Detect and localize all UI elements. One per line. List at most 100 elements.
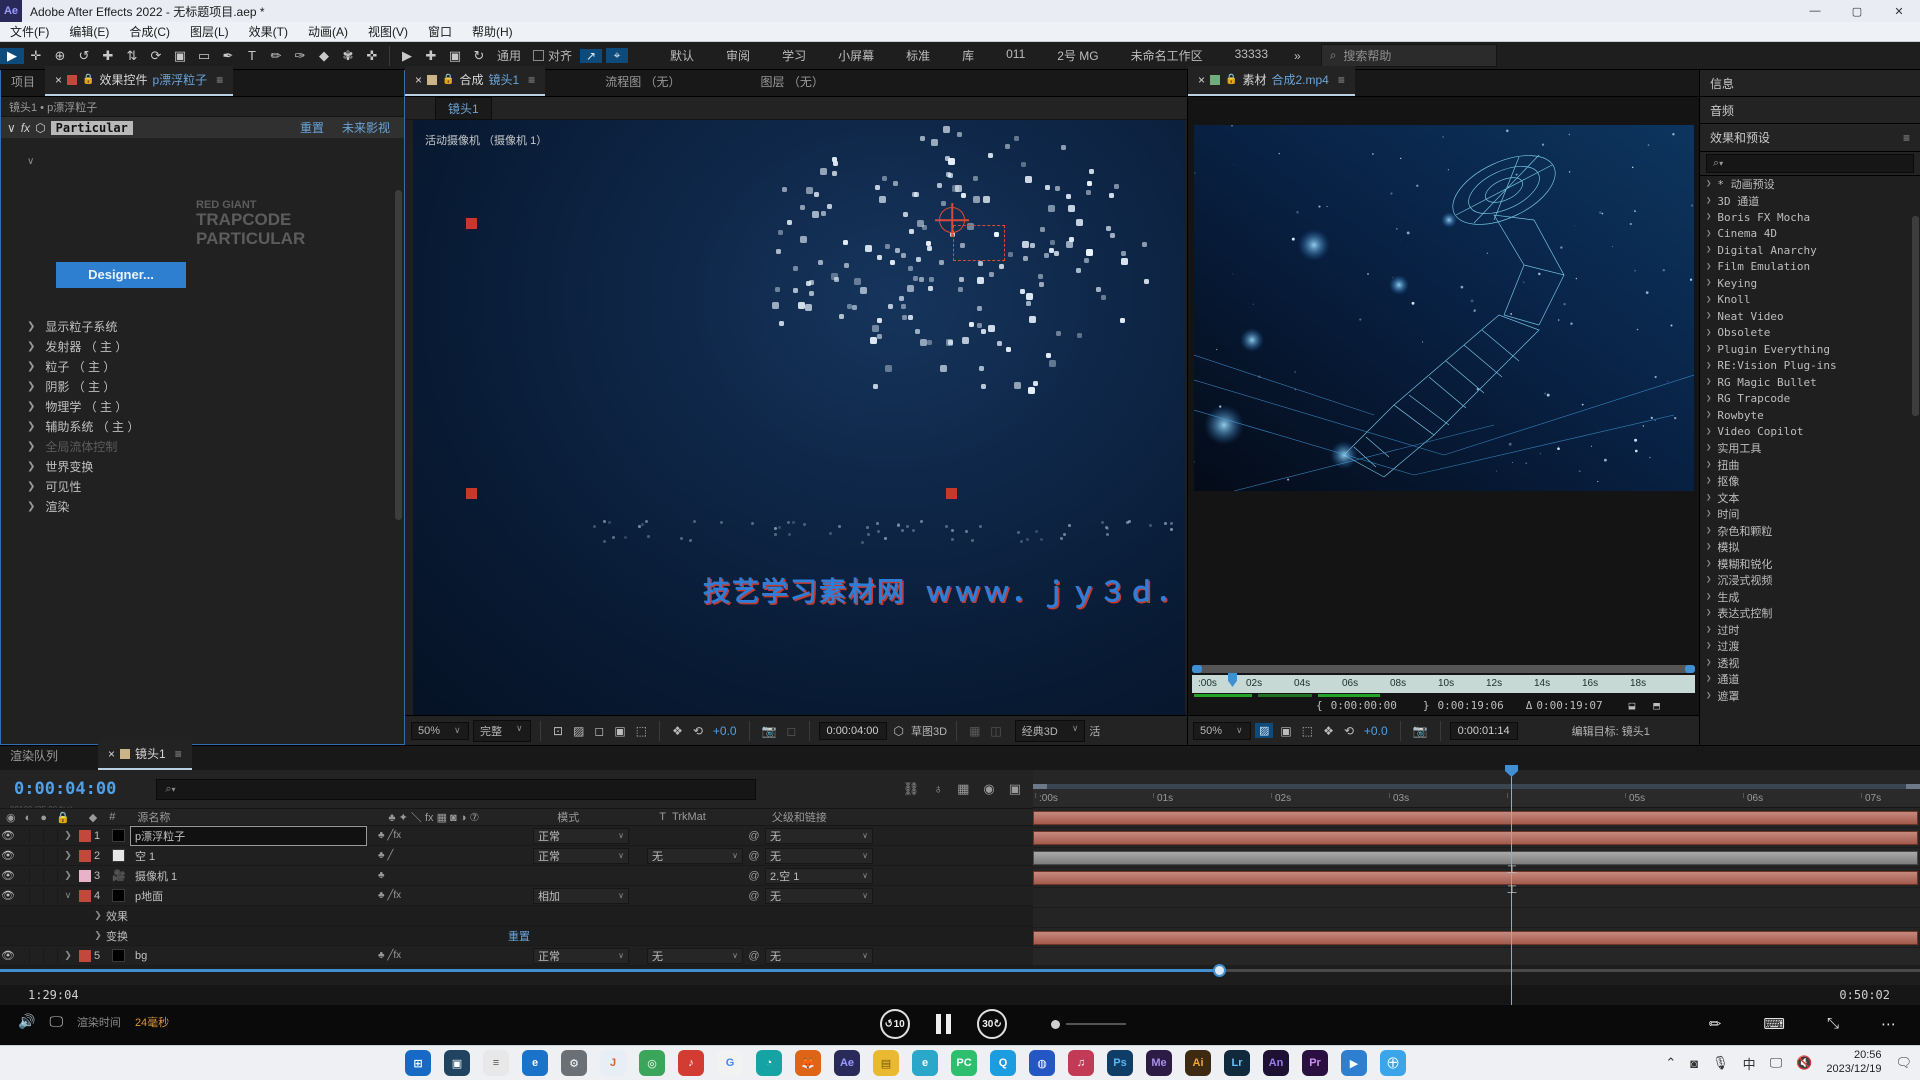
- twirl-icon[interactable]: ∨: [60, 890, 76, 901]
- microphone-icon[interactable]: 🎙: [1712, 1055, 1729, 1071]
- workspace-4[interactable]: 标准: [890, 47, 946, 64]
- designer-button[interactable]: Designer...: [56, 262, 186, 288]
- taskbar-app-18[interactable]: Ps: [1107, 1050, 1133, 1076]
- timeline-toolbar-icon-0[interactable]: ⛓: [903, 781, 920, 797]
- layer-handle[interactable]: [946, 488, 957, 499]
- magnification-dropdown[interactable]: 50%∨: [1193, 722, 1251, 740]
- effects-category-4[interactable]: ❯Digital Anarchy: [1700, 242, 1920, 259]
- blend-mode-dropdown[interactable]: 正常∨: [533, 848, 629, 864]
- tool2-icon-0[interactable]: ▶: [395, 48, 419, 64]
- close-icon[interactable]: ×: [1198, 73, 1205, 87]
- timeline-search-input[interactable]: ⌕▾: [156, 779, 756, 800]
- layer-row-bg[interactable]: 👁❯5bg♣ ╱fx正常∨无∨@无∨: [0, 946, 1033, 966]
- playhead[interactable]: 工 工: [1511, 765, 1512, 1005]
- twirl-icon[interactable]: ❯: [60, 830, 76, 841]
- effects-category-15[interactable]: ❯Video Copilot: [1700, 424, 1920, 441]
- taskbar-app-25[interactable]: ㊉: [1380, 1050, 1406, 1076]
- taskbar-app-23[interactable]: Pr: [1302, 1050, 1328, 1076]
- effects-category-11[interactable]: ❯RE:Vision Plug-ins: [1700, 358, 1920, 375]
- view-layout-icon[interactable]: ▦: [966, 724, 983, 738]
- fast-previews-icon[interactable]: ⬡: [891, 724, 907, 738]
- label-chip[interactable]: [79, 890, 91, 902]
- parent-dropdown[interactable]: 无∨: [765, 888, 873, 904]
- track-row[interactable]: [1033, 828, 1920, 848]
- workspace-7[interactable]: 2号 MG: [1041, 47, 1114, 64]
- viewer-tab-shot1[interactable]: 镜头1: [435, 97, 492, 120]
- taskbar-app-5[interactable]: J: [600, 1050, 626, 1076]
- blend-mode-dropdown[interactable]: 正常∨: [533, 948, 629, 964]
- taskbar-clock[interactable]: 20:56 2023/12/19: [1826, 1049, 1881, 1077]
- timeline-ruler[interactable]: :00s01s02s03s05s06s07s: [1033, 789, 1920, 808]
- track-row[interactable]: [1033, 928, 1920, 948]
- particular-group-1[interactable]: ❯发射器 （ 主 ）: [1, 336, 404, 356]
- comp-current-time[interactable]: 0:00:04:00: [819, 722, 887, 740]
- effects-category-6[interactable]: ❯Keying: [1700, 275, 1920, 292]
- label-chip[interactable]: [79, 870, 91, 882]
- track-row[interactable]: [1033, 888, 1920, 908]
- twirl-icon[interactable]: ∨: [7, 121, 16, 135]
- info-panel-header[interactable]: 信息: [1700, 70, 1920, 97]
- particular-group-3[interactable]: ❯阴影 （ 主 ）: [1, 376, 404, 396]
- effects-category-19[interactable]: ❯文本: [1700, 490, 1920, 507]
- snapshot-icon[interactable]: 📷: [1410, 724, 1431, 738]
- twirl-icon[interactable]: ∨: [1, 156, 404, 167]
- menu-3[interactable]: 图层(L): [180, 23, 239, 40]
- layer-row-空 1[interactable]: 👁❯2空 1♣ ╱正常∨无∨@无∨: [0, 846, 1033, 866]
- tool-icon-15[interactable]: ✜: [360, 48, 384, 64]
- workspace-0[interactable]: 默认: [654, 47, 710, 64]
- maximize-button[interactable]: ▢: [1836, 0, 1878, 22]
- out-point-icon[interactable]: }: [1423, 699, 1430, 712]
- particular-group-5[interactable]: ❯辅助系统 （ 主 ）: [1, 416, 404, 436]
- tool2-icon-2[interactable]: ▣: [443, 48, 467, 64]
- taskbar-app-16[interactable]: ◍: [1029, 1050, 1055, 1076]
- workspace-overflow-icon[interactable]: »: [1284, 49, 1311, 63]
- effects-category-10[interactable]: ❯Plugin Everything: [1700, 341, 1920, 358]
- close-icon[interactable]: ×: [415, 73, 422, 87]
- trkmat-column[interactable]: TrkMat: [672, 811, 706, 823]
- effects-category-16[interactable]: ❯实用工具: [1700, 440, 1920, 457]
- effects-category-9[interactable]: ❯Obsolete: [1700, 325, 1920, 342]
- renderer-dropdown[interactable]: 经典3D∨: [1015, 720, 1086, 742]
- timeline-toolbar-icon-4[interactable]: ▣: [1009, 781, 1021, 797]
- effects-category-21[interactable]: ❯杂色和颗粒: [1700, 523, 1920, 540]
- roi-icon[interactable]: ⬚: [633, 724, 650, 738]
- effects-category-26[interactable]: ❯表达式控制: [1700, 605, 1920, 622]
- magnification-dropdown[interactable]: 50%∨: [411, 722, 469, 740]
- footage-scrollbar[interactable]: [1192, 665, 1695, 673]
- keyboard-icon[interactable]: ⌨: [1763, 1015, 1785, 1033]
- layer-handle[interactable]: [466, 488, 477, 499]
- volume-muted-icon[interactable]: 🔇: [1796, 1055, 1812, 1071]
- parent-dropdown[interactable]: 无∨: [765, 828, 873, 844]
- snapshot-icon[interactable]: 📷: [759, 724, 780, 738]
- taskbar-app-4[interactable]: ⚙: [561, 1050, 587, 1076]
- layer-row-效果[interactable]: ❯效果: [0, 906, 1033, 926]
- mask-icon[interactable]: ▣: [1277, 724, 1294, 738]
- tab-timeline-shot1[interactable]: × 镜头1 ≡: [98, 740, 192, 770]
- effects-category-20[interactable]: ❯时间: [1700, 506, 1920, 523]
- taskbar-app-8[interactable]: G: [717, 1050, 743, 1076]
- menu-7[interactable]: 窗口: [418, 23, 462, 40]
- layer-name[interactable]: bg: [131, 949, 366, 963]
- tab-layer[interactable]: 图层 （无）: [751, 68, 834, 96]
- snap-icon-0[interactable]: ↗: [580, 49, 602, 63]
- more-icon[interactable]: ⋯: [1881, 1015, 1896, 1033]
- panel-menu-icon[interactable]: ≡: [528, 73, 535, 87]
- general-label[interactable]: 通用: [497, 47, 521, 64]
- effects-category-28[interactable]: ❯过渡: [1700, 638, 1920, 655]
- footage-time-ruler[interactable]: :00s02s04s06s08s10s12s14s16s18s: [1192, 675, 1695, 693]
- footage-playhead[interactable]: [1228, 673, 1237, 687]
- taskbar-app-11[interactable]: Ae: [834, 1050, 860, 1076]
- volume-slider[interactable]: [1051, 1020, 1126, 1029]
- eye-icon[interactable]: 👁: [0, 829, 16, 842]
- tool-icon-9[interactable]: ✒: [216, 48, 240, 64]
- close-button[interactable]: ✕: [1878, 0, 1920, 22]
- ripple-insert-icon[interactable]: ⬒: [1653, 699, 1660, 712]
- rewind-10-button[interactable]: ↺10: [880, 1009, 910, 1039]
- parent-dropdown[interactable]: 无∨: [765, 848, 873, 864]
- effects-category-12[interactable]: ❯RG Magic Bullet: [1700, 374, 1920, 391]
- particular-group-0[interactable]: ❯显示粒子系统: [1, 316, 404, 336]
- effects-category-2[interactable]: ❯Boris FX Mocha: [1700, 209, 1920, 226]
- blend-mode-dropdown[interactable]: 相加∨: [533, 888, 629, 904]
- source-name-column[interactable]: 源名称: [137, 809, 170, 825]
- particular-group-7[interactable]: ❯世界变换: [1, 456, 404, 476]
